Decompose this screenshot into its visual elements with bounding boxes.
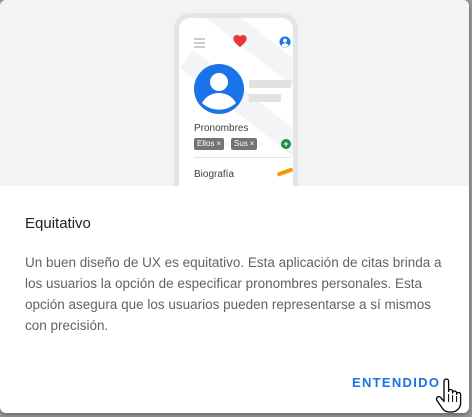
account-icon bbox=[279, 36, 291, 48]
pencil-icon bbox=[276, 167, 293, 177]
pronouns-label: Pronombres bbox=[194, 123, 249, 134]
phone-mockup: Pronombres Ellos × Sus × + Biografía bbox=[174, 13, 298, 186]
chip-label: Ellos bbox=[197, 139, 215, 148]
name-placeholder bbox=[249, 94, 281, 102]
menu-icon bbox=[194, 38, 205, 50]
close-icon: × bbox=[249, 139, 255, 148]
close-icon: × bbox=[216, 139, 222, 148]
pronoun-chip: Ellos × bbox=[194, 138, 225, 150]
info-dialog: Pronombres Ellos × Sus × + Biografía Equit… bbox=[0, 0, 469, 413]
chip-label: Sus bbox=[234, 139, 248, 148]
add-icon: + bbox=[281, 139, 291, 149]
divider bbox=[194, 157, 291, 158]
dialog-title: Equitativo bbox=[25, 215, 91, 232]
got-it-button[interactable]: ENTENDIDO bbox=[352, 372, 440, 394]
heart-icon bbox=[233, 35, 247, 48]
hand-pointer-icon bbox=[435, 378, 462, 413]
avatar-icon bbox=[194, 64, 244, 114]
dialog-body: Un buen diseño de UX es equitativo. Esta… bbox=[25, 255, 442, 333]
illustration: Pronombres Ellos × Sus × + Biografía bbox=[0, 0, 469, 186]
bio-label: Biografía bbox=[194, 169, 235, 180]
pronoun-chip: Sus × bbox=[231, 138, 258, 150]
name-placeholder bbox=[249, 80, 291, 88]
